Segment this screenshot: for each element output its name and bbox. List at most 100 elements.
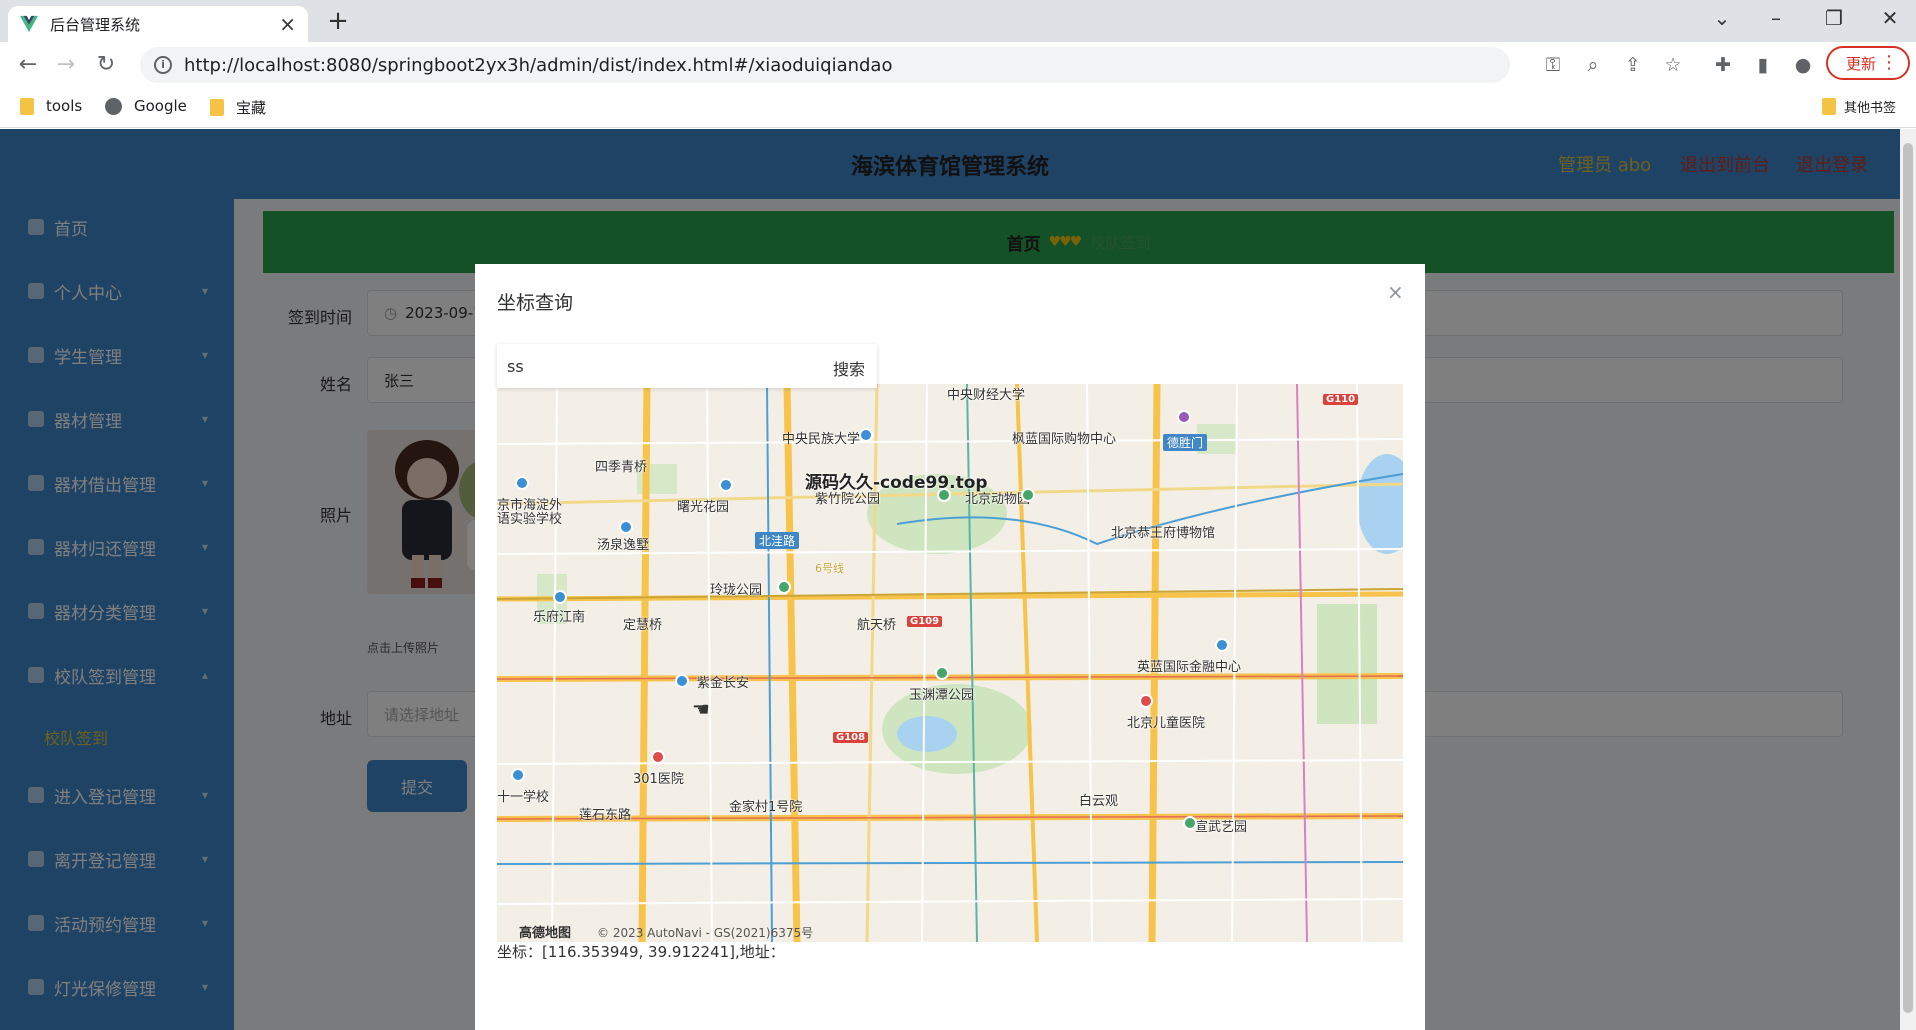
minimize-icon[interactable]: – (1756, 6, 1796, 30)
map-search-box: 搜索 (497, 344, 877, 388)
map-label: 301医院 (633, 772, 684, 787)
hand-cursor-icon: ☚ (692, 697, 710, 721)
share-icon[interactable]: ⇪ (1620, 54, 1646, 76)
bookmark-label: tools (46, 97, 83, 115)
map-label: 中央财经大学 (947, 388, 1026, 403)
forward-arrow-icon[interactable]: → (52, 52, 80, 77)
bookmark-tools[interactable]: tools (20, 97, 82, 115)
side-panel-icon[interactable]: ▮ (1750, 54, 1776, 76)
tab-title: 后台管理系统 (50, 15, 141, 34)
coordinate-readout: 坐标：[116.353949, 39.912241],地址： (497, 943, 785, 961)
bookmark-treasure[interactable]: 宝藏 (210, 97, 266, 118)
map-label: 中央民族大学 (782, 432, 861, 447)
address-bar-row: ← → ↻ i http://localhost:8080/springboot… (0, 42, 1916, 88)
dialog-close-icon[interactable]: × (1387, 280, 1404, 304)
page-scrollbar[interactable] (1900, 129, 1916, 1030)
map-label: 紫金长安 (697, 676, 750, 691)
map-label: 金家村1号院 (729, 800, 803, 815)
poi-marker-icon (859, 428, 873, 442)
park-marker-icon (1021, 488, 1035, 502)
folder-icon (210, 99, 224, 116)
site-info-icon[interactable]: i (154, 56, 172, 74)
coordinate-dialog: 坐标查询 × 搜索 (475, 264, 1425, 1030)
update-button[interactable]: 更新 ⋮ (1826, 46, 1910, 80)
park-marker-icon (777, 580, 791, 594)
browser-tab-bar: 后台管理系统 × + ⌄ – ❐ ✕ (0, 0, 1916, 42)
map-label: 玲珑公园 (710, 583, 763, 598)
map-label: 航天桥 (857, 618, 897, 633)
map-search-input[interactable] (507, 356, 807, 376)
map-label: 十一学校 (497, 790, 550, 805)
map-label: 北洼路 (755, 532, 800, 549)
map-label: 四季青桥 (595, 460, 648, 475)
poi-marker-icon (1215, 638, 1229, 652)
vue-favicon-icon (20, 15, 38, 33)
folder-icon (20, 97, 34, 115)
map-label: 乐府江南 (533, 610, 586, 625)
road-badge: G109 (907, 616, 943, 627)
omnibox[interactable]: i http://localhost:8080/springboot2yx3h/… (140, 47, 1510, 83)
globe-icon (105, 97, 122, 115)
map-label: 德胜门 (1163, 434, 1208, 451)
new-tab-button[interactable]: + (322, 6, 354, 36)
park-marker-icon (1183, 816, 1197, 830)
bookmarks-bar: tools Google 宝藏 其他书签 (0, 88, 1916, 128)
mall-marker-icon (1177, 410, 1191, 424)
poi-marker-icon (675, 674, 689, 688)
park-marker-icon (935, 666, 949, 680)
hospital-marker-icon (1139, 694, 1153, 708)
profile-avatar-icon[interactable]: ● (1790, 54, 1816, 76)
poi-marker-icon (619, 520, 633, 534)
key-icon[interactable]: ⚿ (1540, 54, 1566, 76)
map-copyright: © 2023 AutoNavi - GS(2021)6375号 (597, 926, 814, 940)
map-label: 语实验学校 (497, 512, 563, 527)
tab-list-chevron-icon[interactable]: ⌄ (1702, 6, 1742, 30)
app-page: 海滨体育馆管理系统 管理员 abo 退出到前台 退出登录 首页 个人中心▾ 学生… (0, 129, 1900, 1030)
poi-marker-icon (515, 476, 529, 490)
browser-tab[interactable]: 后台管理系统 × (8, 6, 308, 42)
park-marker-icon (937, 488, 951, 502)
bookmark-label: Google (134, 97, 187, 115)
bookmark-label: 宝藏 (236, 99, 267, 117)
dialog-title: 坐标查询 (497, 292, 574, 314)
reload-icon[interactable]: ↻ (92, 52, 120, 77)
poi-marker-icon (511, 768, 525, 782)
map-label: 北京儿童医院 (1127, 716, 1206, 731)
map-label: 曙光花园 (677, 500, 730, 515)
update-label: 更新 (1846, 54, 1877, 73)
subway-line-label: 6号线 (815, 562, 844, 575)
url-text[interactable]: http://localhost:8080/springboot2yx3h/ad… (184, 55, 892, 76)
map-label: 枫蓝国际购物中心 (1012, 432, 1117, 447)
map-label: 汤泉逸墅 (597, 538, 650, 553)
bookmark-star-icon[interactable]: ☆ (1660, 54, 1686, 76)
map-search-button[interactable]: 搜索 (833, 356, 865, 380)
zoom-icon[interactable]: ⌕ (1580, 54, 1606, 76)
map-label: 紫竹院公园 (815, 492, 881, 507)
map-label: 白云观 (1079, 794, 1119, 809)
poi-marker-icon (719, 478, 733, 492)
map-view[interactable]: 中央财经大学 中央民族大学 枫蓝国际购物中心 德胜门 四季青桥 源码久久-cod… (497, 384, 1403, 942)
extensions-icon[interactable]: ✚ (1710, 54, 1736, 76)
back-arrow-icon[interactable]: ← (14, 52, 42, 77)
road-badge: G110 (1323, 394, 1359, 405)
map-label: 玉渊潭公园 (909, 688, 975, 703)
more-menu-icon[interactable]: ⋮ (1880, 52, 1898, 73)
map-label: 英蓝国际金融中心 (1137, 660, 1242, 675)
bookmark-google[interactable]: Google (105, 97, 187, 115)
map-label: 莲石东路 (579, 808, 632, 823)
close-tab-icon[interactable]: × (279, 12, 296, 36)
map-label: 定慧桥 (623, 618, 663, 633)
other-bookmarks-label: 其他书签 (1844, 101, 1897, 116)
restore-icon[interactable]: ❐ (1814, 6, 1854, 30)
amap-logo: 高德地图 (519, 926, 572, 941)
folder-icon (1822, 98, 1836, 115)
window-close-icon[interactable]: ✕ (1870, 6, 1910, 30)
poi-marker-icon (553, 590, 567, 604)
map-label: 北京动物园 (965, 492, 1031, 507)
map-label: 宣武艺园 (1195, 820, 1248, 835)
road-badge: G108 (833, 732, 869, 743)
map-label: 北京恭王府博物馆 (1111, 526, 1216, 541)
scrollbar-thumb[interactable] (1903, 143, 1913, 1013)
hospital-marker-icon (651, 750, 665, 764)
other-bookmarks[interactable]: 其他书签 (1822, 97, 1896, 116)
